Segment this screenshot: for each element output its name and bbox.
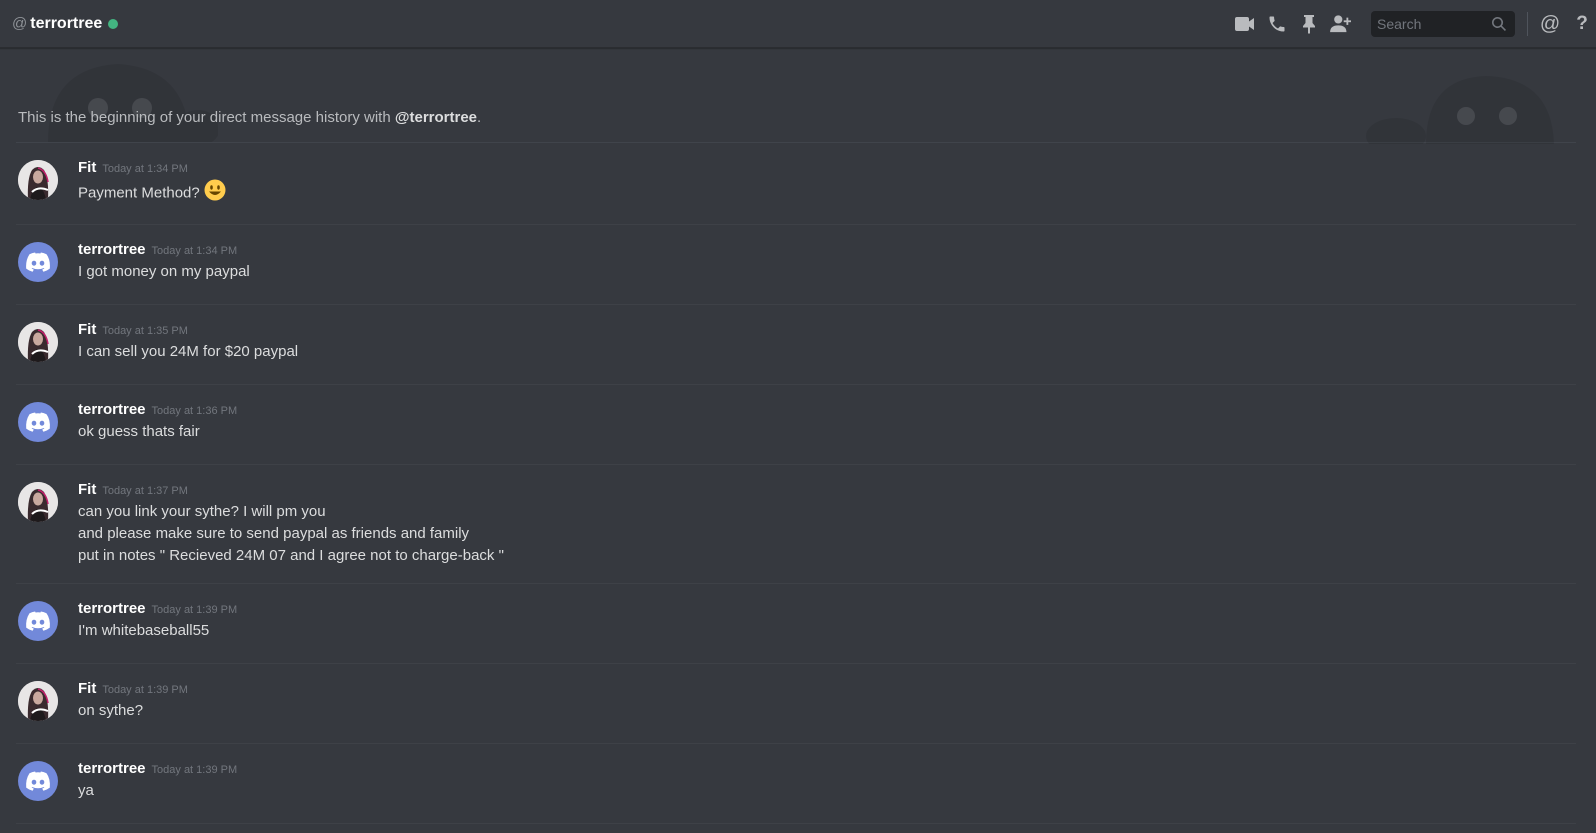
message-timestamp: Today at 1:35 PM [102, 325, 188, 337]
message-item[interactable]: terrortree Today at 1:34 PM I got money on… [16, 225, 1576, 305]
message-header: Fit Today at 1:34 PM [78, 159, 1576, 179]
message-timestamp: Today at 1:36 PM [151, 405, 238, 417]
message-content: and please make sure to send paypal as f… [78, 525, 470, 542]
wumpus-decoration-icon [1366, 76, 1554, 144]
message-item[interactable]: Fit Today at 1:39 PM on sythe? [16, 664, 1576, 744]
message-header: terrortree Today at 1:39 PM [78, 600, 1576, 620]
mention-icon[interactable]: @ [1538, 12, 1562, 36]
add-friend-icon[interactable] [1329, 12, 1353, 36]
message-header: Fit Today at 1:39 PM [78, 680, 1576, 700]
header-toolbar: @ ? [1229, 0, 1596, 48]
message-author[interactable]: terrortree [78, 760, 146, 777]
message-header: terrortree Today at 1:34 PM [78, 241, 1576, 261]
discord-default-avatar-icon[interactable] [18, 761, 58, 801]
discord-default-avatar-icon[interactable] [18, 242, 58, 282]
message-header: Fit Today at 1:37 PM [78, 481, 1576, 501]
message-content: can you link your sythe? I will pm you [78, 503, 326, 520]
message-item[interactable]: terrortree Today at 1:36 PM ok guess thats… [16, 385, 1576, 465]
user-avatar[interactable] [18, 322, 58, 362]
message-author[interactable]: Fit [78, 481, 96, 498]
message-timestamp: Today at 1:34 PM [102, 163, 188, 175]
recipient-mention[interactable]: @terrortree [395, 109, 477, 126]
message-list[interactable]: This is the beginning of your direct mes… [0, 48, 1596, 833]
message-item[interactable]: Fit Today at 1:34 PM Payment Method? [16, 143, 1576, 225]
discord-default-avatar-icon[interactable] [18, 601, 58, 641]
smiley-emoji-icon[interactable] [204, 179, 226, 208]
message-item[interactable]: terrortree Today at 1:39 PM ya [16, 744, 1576, 824]
messages-container: Fit Today at 1:34 PM Payment Method? terror… [0, 143, 1596, 824]
message-author[interactable]: Fit [78, 680, 96, 697]
dm-beginning-text: This is the beginning of your direct mes… [18, 109, 482, 126]
channel-header: @ terrortree @ ? [0, 0, 1596, 48]
toolbar-divider [1527, 12, 1528, 36]
message-content: put in notes " Recieved 24M 07 and I agr… [78, 547, 504, 564]
message-timestamp: Today at 1:39 PM [102, 684, 188, 696]
pin-icon[interactable] [1297, 12, 1321, 36]
message-author[interactable]: terrortree [78, 600, 146, 617]
message-timestamp: Today at 1:39 PM [151, 604, 238, 616]
message-header: terrortree Today at 1:39 PM [78, 760, 1576, 780]
search-bar[interactable] [1371, 11, 1515, 37]
discord-default-avatar-icon[interactable] [18, 402, 58, 442]
message-content: I got money on my paypal [78, 263, 250, 280]
message-content: on sythe? [78, 702, 144, 719]
search-icon[interactable] [1491, 16, 1507, 37]
user-avatar[interactable] [18, 681, 58, 721]
message-item[interactable]: terrortree Today at 1:39 PM I'm whitebaseb… [16, 584, 1576, 664]
online-status-indicator [108, 18, 119, 29]
message-author[interactable]: terrortree [78, 241, 146, 258]
dm-at-symbol: @ [12, 15, 28, 32]
message-content: ya [78, 782, 94, 799]
help-icon[interactable]: ? [1570, 12, 1594, 36]
user-avatar[interactable] [18, 482, 58, 522]
message-item[interactable]: Fit Today at 1:35 PM I can sell you 24M fo… [16, 305, 1576, 385]
video-icon[interactable] [1233, 12, 1257, 36]
message-timestamp: Today at 1:34 PM [151, 245, 238, 257]
message-timestamp: Today at 1:37 PM [102, 485, 188, 497]
message-author[interactable]: Fit [78, 159, 96, 176]
dm-recipient-name[interactable]: terrortree [30, 15, 102, 33]
message-header: terrortree Today at 1:36 PM [78, 401, 1576, 421]
message-author[interactable]: terrortree [78, 401, 146, 418]
message-content: ok guess thats fair [78, 423, 200, 440]
user-avatar[interactable] [18, 160, 58, 200]
message-item[interactable]: Fit Today at 1:37 PM can you link your syt… [16, 465, 1576, 584]
message-content: I'm whitebaseball55 [78, 622, 210, 639]
message-timestamp: Today at 1:39 PM [151, 764, 238, 776]
wumpus-decoration-icon [48, 64, 218, 142]
message-content: I can sell you 24M for $20 paypal [78, 343, 299, 360]
message-header: Fit Today at 1:35 PM [78, 321, 1576, 341]
dm-beginning-banner: This is the beginning of your direct mes… [16, 48, 1576, 144]
phone-icon[interactable] [1265, 12, 1289, 36]
message-author[interactable]: Fit [78, 321, 96, 338]
message-content: Payment Method? [78, 179, 1576, 208]
